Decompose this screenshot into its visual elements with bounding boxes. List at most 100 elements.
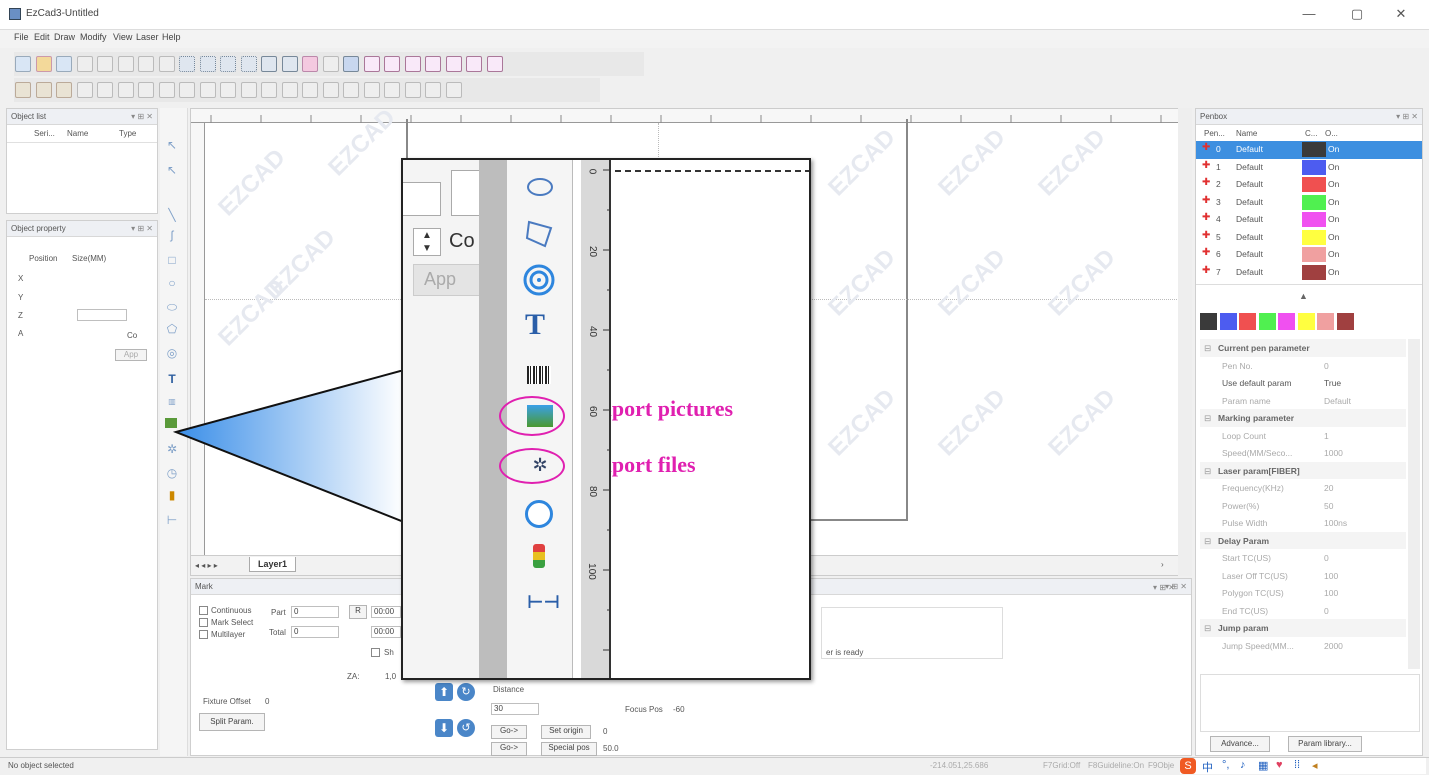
guideline-status[interactable]: F8Guideline:On bbox=[1088, 761, 1144, 770]
minimize-button[interactable]: — bbox=[1296, 5, 1322, 23]
ungroup-icon[interactable] bbox=[281, 56, 298, 72]
same-size-icon[interactable] bbox=[302, 82, 319, 98]
cut-icon[interactable] bbox=[76, 56, 93, 72]
collapse-icon[interactable]: ⊟ bbox=[1204, 623, 1211, 634]
pen-row[interactable]: ✚ 1 Default On bbox=[1196, 159, 1422, 177]
pen-color-swatch[interactable] bbox=[1302, 159, 1326, 175]
pen-on-status[interactable]: On bbox=[1328, 232, 1339, 242]
node-edit-icon[interactable] bbox=[302, 56, 319, 72]
param-value[interactable]: 0 bbox=[1324, 606, 1329, 616]
panel-pin-icon[interactable]: ▾ ⊞ ✕ bbox=[131, 224, 153, 233]
distribute-v-icon[interactable] bbox=[404, 82, 421, 98]
same-width-icon[interactable] bbox=[261, 82, 278, 98]
select-icon[interactable]: ↖ bbox=[165, 138, 179, 152]
go-button-1[interactable]: Go-> bbox=[491, 725, 527, 739]
move-up-icon[interactable]: ⬆ bbox=[435, 683, 453, 701]
align-center-h-icon[interactable] bbox=[220, 82, 237, 98]
menu-draw[interactable]: Draw bbox=[54, 32, 75, 42]
go-button-2[interactable]: Go-> bbox=[491, 742, 527, 756]
pen-color-swatch[interactable] bbox=[1302, 194, 1326, 210]
new-file-icon[interactable] bbox=[15, 56, 31, 72]
z-field[interactable] bbox=[77, 309, 127, 321]
collapse-icon[interactable]: ⊟ bbox=[1204, 413, 1211, 424]
zoom-all-icon[interactable] bbox=[425, 56, 442, 72]
extra-icon[interactable]: ◂ bbox=[1312, 759, 1318, 772]
canvas-scrollbar[interactable] bbox=[1178, 108, 1192, 576]
rotate-cw-icon[interactable]: ↻ bbox=[457, 683, 475, 701]
zoom-out-icon[interactable] bbox=[384, 56, 401, 72]
laser-icon[interactable] bbox=[343, 56, 360, 72]
param-library-button[interactable]: Param library... bbox=[1288, 736, 1362, 752]
menu-modify[interactable]: Modify bbox=[80, 32, 107, 42]
multilayer-checkbox[interactable] bbox=[199, 630, 208, 639]
param-value[interactable]: 0 bbox=[1324, 553, 1329, 563]
circle-icon[interactable]: ○ bbox=[165, 276, 179, 290]
rectangle-icon[interactable]: □ bbox=[165, 253, 179, 267]
line-icon[interactable]: ╲ bbox=[165, 208, 179, 222]
color-swatch[interactable] bbox=[1336, 313, 1354, 330]
param-value[interactable]: 1000 bbox=[1324, 448, 1343, 458]
menu-file[interactable]: File bbox=[14, 32, 29, 42]
color-fill-icon[interactable] bbox=[117, 82, 134, 98]
column-color[interactable]: C... bbox=[1305, 129, 1317, 138]
curve-icon[interactable]: ʃ bbox=[165, 228, 179, 242]
pen-color-swatch[interactable] bbox=[1302, 229, 1326, 245]
pen-on-status[interactable]: On bbox=[1328, 144, 1339, 154]
advance-button[interactable]: Advance... bbox=[1210, 736, 1270, 752]
close-button[interactable]: ✕ bbox=[1388, 5, 1414, 23]
ellipse-icon[interactable]: ⬭ bbox=[165, 300, 179, 314]
menu-edit[interactable]: Edit bbox=[34, 32, 50, 42]
pen-row[interactable]: ✚ 7 Default On bbox=[1196, 264, 1422, 282]
distance-field[interactable]: 30 bbox=[491, 703, 539, 715]
rotate-ccw-icon[interactable]: ↺ bbox=[457, 719, 475, 737]
group-icon[interactable] bbox=[261, 56, 278, 72]
open-file-icon[interactable] bbox=[35, 56, 52, 72]
punctuation-icon[interactable]: °, bbox=[1222, 759, 1229, 771]
param-row[interactable]: Param name Default bbox=[1200, 392, 1406, 410]
tab-size[interactable]: Size(MM) bbox=[72, 254, 106, 263]
microphone-icon[interactable]: ♪ bbox=[1240, 759, 1246, 771]
color-swatch[interactable] bbox=[1317, 313, 1334, 330]
column-name[interactable]: Name bbox=[1236, 129, 1257, 138]
pen-color-swatch[interactable] bbox=[1302, 264, 1326, 280]
pen-row[interactable]: ✚ 5 Default On bbox=[1196, 229, 1422, 247]
pen-row[interactable]: ✚ 3 Default On bbox=[1196, 194, 1422, 212]
color-swatch[interactable] bbox=[1278, 313, 1295, 330]
mirror-v-icon[interactable] bbox=[445, 82, 462, 98]
align-right-icon[interactable] bbox=[158, 82, 175, 98]
arc-left-icon[interactable] bbox=[343, 82, 360, 98]
param-row[interactable]: Power(%) 50 bbox=[1200, 497, 1406, 515]
dot-pattern-icon[interactable] bbox=[56, 82, 73, 98]
total-field[interactable]: 0 bbox=[291, 626, 339, 638]
grid-snap-icon[interactable] bbox=[199, 56, 216, 72]
align-center-v-icon[interactable] bbox=[240, 82, 257, 98]
pen-on-status[interactable]: On bbox=[1328, 249, 1339, 259]
column-on[interactable]: O... bbox=[1325, 129, 1338, 138]
color-swatch[interactable] bbox=[1239, 313, 1256, 330]
tab-position[interactable]: Position bbox=[29, 254, 57, 263]
param-value[interactable]: 100 bbox=[1324, 571, 1338, 581]
param-section[interactable]: ⊟ Delay Param bbox=[1200, 531, 1406, 549]
scissors-icon[interactable] bbox=[322, 56, 339, 72]
scroll-right-icon[interactable]: › bbox=[1161, 560, 1164, 569]
save-icon[interactable] bbox=[56, 56, 73, 72]
panel-pin-icon[interactable]: ▾ ⊞ ✕ bbox=[1153, 583, 1175, 592]
param-row[interactable]: Loop Count 1 bbox=[1200, 427, 1406, 445]
column-name[interactable]: Name bbox=[67, 129, 88, 138]
param-row[interactable]: Pen No. 0 bbox=[1200, 357, 1406, 375]
param-row[interactable]: Speed(MM/Seco... 1000 bbox=[1200, 444, 1406, 462]
color-swatch[interactable] bbox=[1258, 313, 1276, 330]
pen-color-swatch[interactable] bbox=[1302, 247, 1326, 262]
align-bottom-icon[interactable] bbox=[199, 82, 216, 98]
param-scrollbar[interactable] bbox=[1408, 339, 1420, 669]
reset-button[interactable]: R bbox=[349, 605, 367, 619]
zoom-in-icon[interactable] bbox=[363, 56, 380, 72]
param-row[interactable]: Pulse Width 100ns bbox=[1200, 514, 1406, 532]
menu-laser[interactable]: Laser bbox=[136, 32, 159, 42]
pen-row[interactable]: ✚ 0 Default On bbox=[1196, 141, 1422, 159]
param-value[interactable]: Default bbox=[1324, 396, 1351, 406]
param-section[interactable]: ⊟ Current pen parameter bbox=[1200, 339, 1406, 357]
snap-icon[interactable] bbox=[240, 56, 257, 72]
param-row[interactable]: Jump Speed(MM... 2000 bbox=[1200, 637, 1406, 655]
param-row[interactable]: Frequency(KHz) 20 bbox=[1200, 479, 1406, 497]
